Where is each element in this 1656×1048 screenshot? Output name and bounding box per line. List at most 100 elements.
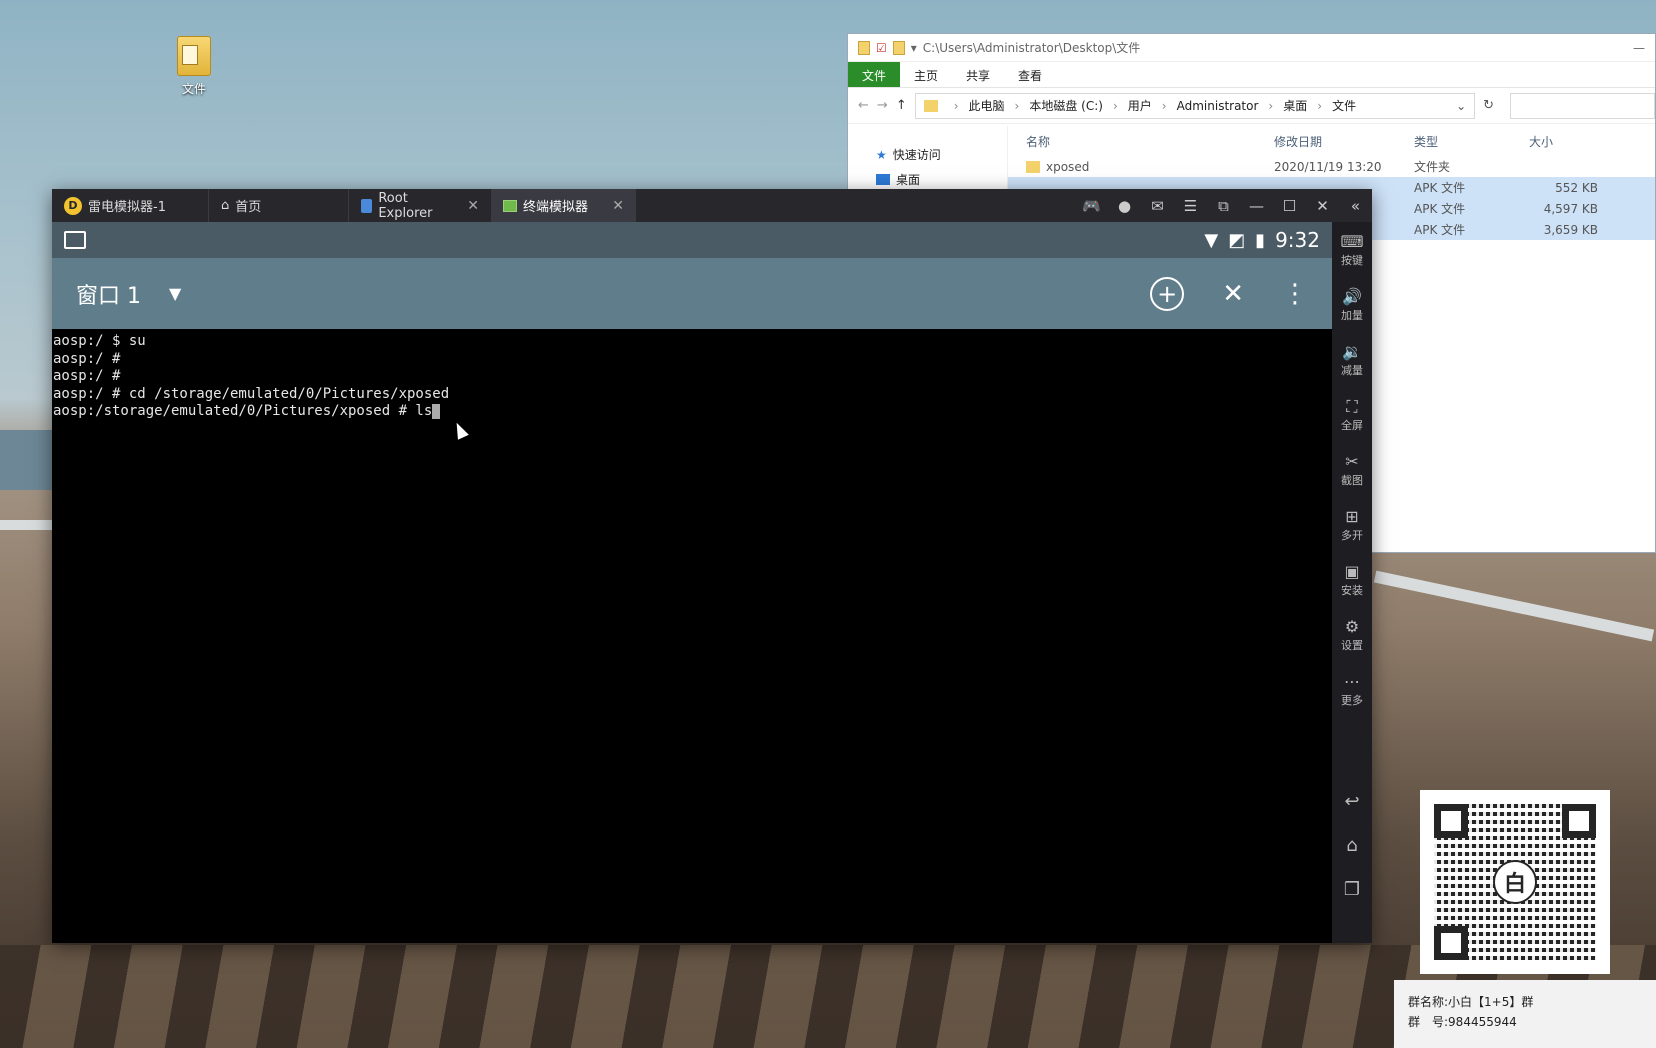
- qr-pattern: 白: [1434, 804, 1596, 960]
- ldplayer-logo-icon: D: [64, 196, 82, 215]
- qr-finder: [1434, 926, 1468, 960]
- address-bar[interactable]: › 此电脑 › 本地磁盘 (C:) › 用户 › Administrator › 桌面 ›…: [914, 92, 1476, 119]
- home-icon: ⌂: [221, 198, 230, 213]
- terminal-line: aosp:/ # cd /storage/emulated/0/Pictures…: [53, 385, 450, 402]
- overflow-menu-icon[interactable]: ⋮: [1282, 279, 1308, 309]
- window-controls: 🎮 ● ✉ ☰ ⧉ — ☐ ✕ «: [1075, 189, 1372, 222]
- explorer-titlebar: ☑ ▾ C:\Users\Administrator\Desktop\文件 —: [848, 34, 1655, 62]
- minimize-icon[interactable]: —: [1240, 197, 1273, 215]
- popout-icon[interactable]: ⧉: [1207, 197, 1240, 215]
- terminal-app-bar: 窗口 1 ▼ + ✕ ⋮: [52, 258, 1332, 329]
- tab-home[interactable]: ⌂ 首页: [208, 189, 348, 222]
- chevron-down-icon[interactable]: ⌄: [1456, 99, 1466, 113]
- sidebar-fullscreen[interactable]: ⛶ 全屏: [1332, 387, 1372, 442]
- terminal-line: aosp:/ #: [53, 350, 121, 367]
- sidebar-multi-instance[interactable]: ⊞ 多开: [1332, 497, 1372, 552]
- qr-logo: 白: [1493, 860, 1537, 904]
- scissors-icon: ✂: [1345, 452, 1359, 471]
- breadcrumb-item[interactable]: 文件: [1332, 97, 1356, 114]
- folder-icon: [923, 99, 938, 112]
- terminal-output[interactable]: aosp:/ $ su aosp:/ # aosp:/ # aosp:/ # cd /…: [52, 329, 1332, 421]
- breadcrumb-item[interactable]: Administrator: [1177, 99, 1259, 113]
- folder-icon: [1026, 161, 1040, 173]
- desktop-folder-icon[interactable]: 文件: [170, 36, 218, 97]
- up-icon[interactable]: ↑: [896, 98, 907, 113]
- volume-up-icon: 🔊: [1342, 287, 1362, 306]
- ribbon-tab-view[interactable]: 查看: [1004, 62, 1056, 87]
- forward-icon[interactable]: →: [877, 98, 888, 113]
- notification-icon: [64, 231, 86, 249]
- menu-icon[interactable]: ☰: [1174, 197, 1207, 215]
- back-icon[interactable]: ↩: [1332, 791, 1372, 835]
- android-status-bar: ▼ ◩ ▮ 9:32: [52, 222, 1332, 258]
- text-cursor: [432, 403, 441, 419]
- terminal-line: aosp:/ #: [53, 368, 121, 384]
- sidebar-more[interactable]: ⋯ 更多: [1332, 662, 1372, 717]
- close-icon[interactable]: ✕: [1306, 197, 1339, 215]
- emulator-window[interactable]: D 雷电模拟器-1 ⌂ 首页 Root Explorer ✕ 终端模拟器 ✕ 🎮…: [52, 189, 1372, 943]
- window-dropdown-icon[interactable]: ▼: [169, 284, 181, 303]
- file-row[interactable]: xposed 2020/11/19 13:20 文件夹: [1008, 156, 1655, 177]
- tab-root-explorer[interactable]: Root Explorer ✕: [348, 189, 491, 222]
- close-window-button[interactable]: ✕: [1222, 279, 1244, 309]
- refresh-icon[interactable]: ↻: [1483, 98, 1494, 113]
- home-icon[interactable]: ⌂: [1332, 835, 1372, 879]
- status-time: 9:32: [1275, 228, 1320, 252]
- volume-down-icon: 🔉: [1342, 342, 1362, 361]
- apk-icon: ▣: [1344, 562, 1360, 581]
- recents-icon[interactable]: ❐: [1332, 879, 1372, 923]
- column-size[interactable]: 大小: [1523, 133, 1598, 150]
- emulator-sidebar: ⌨ 按键 🔊 加量 🔉 减量 ⛶ 全屏 ✂ 截图 ⊞ 多开 ▣ 安装 ⚙ 设置 ⋯ 更多 ↩ ⌂ …: [1332, 222, 1372, 943]
- gamepad-icon[interactable]: 🎮: [1075, 197, 1108, 215]
- battery-icon: ▮: [1255, 229, 1266, 251]
- sidebar-keymap[interactable]: ⌨ 按键: [1332, 222, 1372, 277]
- mail-icon[interactable]: ✉: [1141, 197, 1174, 215]
- sidebar-settings[interactable]: ⚙ 设置: [1332, 607, 1372, 662]
- breadcrumb-item[interactable]: 桌面: [1283, 97, 1307, 114]
- sidebar-install-apk[interactable]: ▣ 安装: [1332, 552, 1372, 607]
- qr-finder: [1562, 804, 1596, 838]
- no-sim-icon: ◩: [1228, 229, 1246, 251]
- dropdown-icon[interactable]: ▾: [911, 41, 917, 55]
- close-tab-icon[interactable]: ✕: [467, 198, 479, 214]
- qr-code: 白: [1420, 790, 1610, 974]
- emulator-tabbar: D 雷电模拟器-1 ⌂ 首页 Root Explorer ✕ 终端模拟器 ✕ 🎮…: [52, 189, 1372, 222]
- breadcrumb-item[interactable]: 用户: [1128, 97, 1152, 114]
- terminal-line: aosp:/ $ su: [53, 333, 146, 349]
- ribbon-tab-home[interactable]: 主页: [900, 62, 952, 87]
- sea-background: [0, 430, 60, 490]
- sidebar-volume-down[interactable]: 🔉 减量: [1332, 332, 1372, 387]
- column-type[interactable]: 类型: [1408, 133, 1523, 150]
- desktop-icon: [876, 174, 890, 185]
- nav-item-desktop[interactable]: 桌面: [876, 171, 1007, 188]
- folder-icon: [858, 40, 870, 55]
- nav-item-quick-access[interactable]: ★ 快速访问: [876, 146, 1007, 163]
- close-tab-icon[interactable]: ✕: [612, 198, 624, 214]
- column-date[interactable]: 修改日期: [1268, 133, 1408, 150]
- emulator-app-title: D 雷电模拟器-1: [52, 189, 208, 222]
- tab-terminal-emulator[interactable]: 终端模拟器 ✕: [491, 189, 636, 222]
- explorer-title: C:\Users\Administrator\Desktop\文件: [922, 41, 1141, 55]
- fullscreen-icon: ⛶: [1346, 397, 1358, 416]
- android-screen[interactable]: ▼ ◩ ▮ 9:32 窗口 1 ▼ + ✕ ⋮ aosp:/ $ su aosp:…: [52, 222, 1332, 943]
- search-input[interactable]: [1510, 92, 1655, 119]
- group-name: 群名称:小白【1+5】群: [1408, 995, 1534, 1009]
- sidebar-volume-up[interactable]: 🔊 加量: [1332, 277, 1372, 332]
- column-name[interactable]: 名称: [1008, 133, 1268, 150]
- desktop-icon-label: 文件: [181, 82, 206, 96]
- account-icon[interactable]: ●: [1108, 197, 1141, 215]
- ribbon-tab-share[interactable]: 共享: [952, 62, 1004, 87]
- window-title: 窗口 1: [76, 283, 141, 309]
- folder-icon: [892, 40, 905, 55]
- breadcrumb-item[interactable]: 此电脑: [969, 97, 1005, 114]
- checkbox-icon[interactable]: ☑: [876, 41, 887, 55]
- maximize-icon[interactable]: ☐: [1273, 197, 1306, 215]
- ribbon-tab-file[interactable]: 文件: [848, 62, 901, 87]
- sidebar-screenshot[interactable]: ✂ 截图: [1332, 442, 1372, 497]
- collapse-sidebar-icon[interactable]: «: [1339, 197, 1372, 215]
- group-info: 群名称:小白【1+5】群 群 号:984455944: [1394, 980, 1656, 1048]
- new-window-button[interactable]: +: [1150, 276, 1185, 311]
- back-icon[interactable]: ←: [858, 98, 869, 113]
- minimize-icon[interactable]: —: [1633, 41, 1645, 55]
- breadcrumb-item[interactable]: 本地磁盘 (C:): [1029, 97, 1103, 114]
